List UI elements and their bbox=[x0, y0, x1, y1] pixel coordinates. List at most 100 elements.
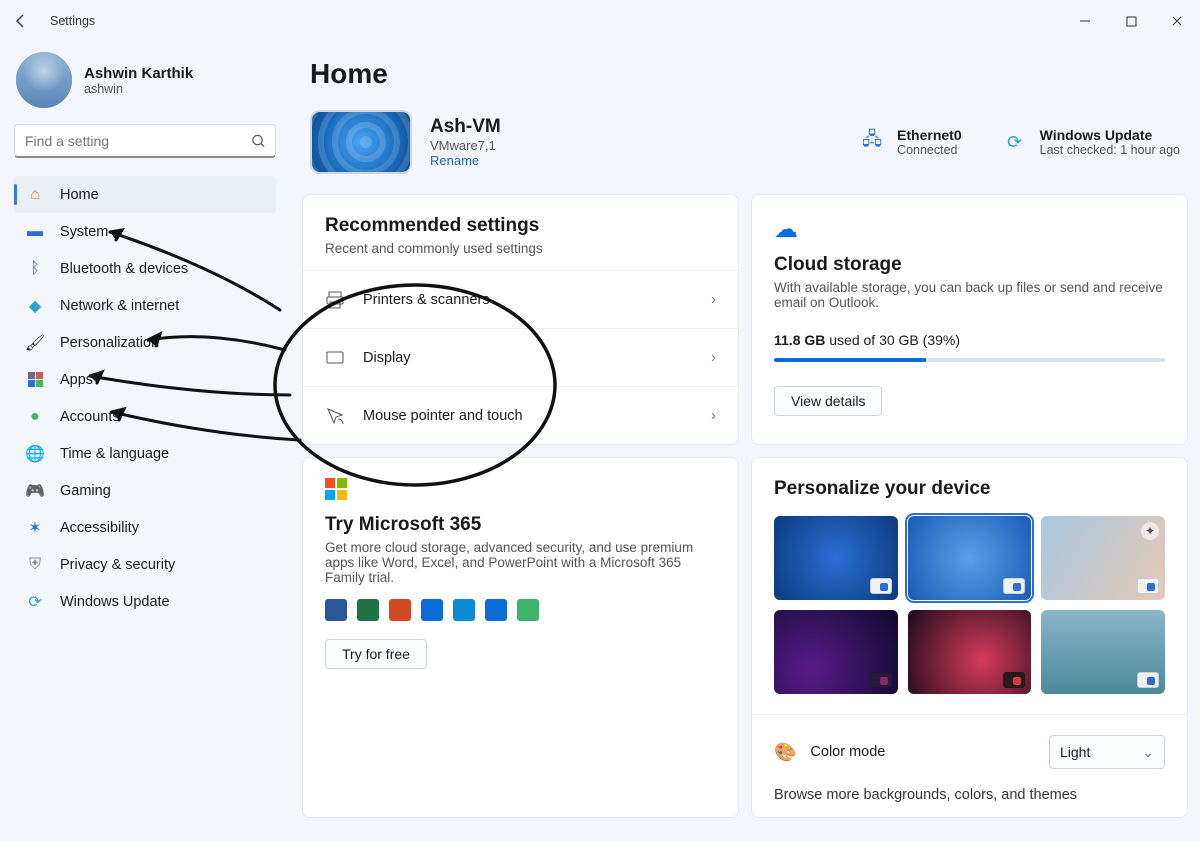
nav-list: ⌂ Home ▬ System ᛒBluetooth & devices ◆Netw… bbox=[14, 176, 276, 620]
nav-label: Apps bbox=[60, 372, 93, 388]
profile-block[interactable]: Ashwin Karthik ashwin bbox=[14, 52, 276, 124]
color-mode-value: Light bbox=[1060, 744, 1090, 760]
personalize-title: Personalize your device bbox=[774, 478, 1165, 500]
device-thumbnail[interactable] bbox=[310, 110, 412, 174]
theme-option-6[interactable] bbox=[1041, 610, 1165, 694]
m365-subtitle: Get more cloud storage, advanced securit… bbox=[325, 540, 716, 585]
nav-label: Personalization bbox=[60, 335, 159, 351]
theme-option-5[interactable] bbox=[908, 610, 1032, 694]
theme-option-2[interactable] bbox=[908, 516, 1032, 600]
search-input[interactable] bbox=[14, 124, 276, 158]
apps-icon bbox=[26, 371, 44, 389]
excel-icon bbox=[357, 599, 379, 621]
cloud-subtitle: With available storage, you can back up … bbox=[774, 280, 1165, 310]
onedrive-icon bbox=[453, 599, 475, 621]
close-icon bbox=[1171, 15, 1183, 27]
sidebar-item-network[interactable]: ◆Network & internet bbox=[14, 287, 276, 324]
nav-label: Accounts bbox=[60, 409, 120, 425]
maximize-icon bbox=[1126, 16, 1137, 27]
rename-link[interactable]: Rename bbox=[430, 153, 501, 168]
microsoft-logo-icon bbox=[325, 478, 347, 500]
home-icon: ⌂ bbox=[26, 186, 44, 204]
storage-bar bbox=[774, 358, 1165, 362]
sidebar-item-update[interactable]: ⟳Windows Update bbox=[14, 583, 276, 620]
profile-name: Ashwin Karthik bbox=[84, 65, 193, 82]
sidebar-item-apps[interactable]: Apps bbox=[14, 361, 276, 398]
sidebar-item-gaming[interactable]: 🎮Gaming bbox=[14, 472, 276, 509]
ethernet-icon: 🖧 bbox=[859, 129, 885, 155]
update-status-icon: ⟳ bbox=[1002, 129, 1028, 155]
device-header: Ash-VM VMware7,1 Rename 🖧 Ethernet0 Conn… bbox=[302, 110, 1188, 194]
nav-label: Bluetooth & devices bbox=[60, 261, 188, 277]
view-details-button[interactable]: View details bbox=[774, 386, 882, 416]
sidebar: Ashwin Karthik ashwin ⌂ Home ▬ System ᛒBlu… bbox=[0, 42, 290, 841]
sidebar-item-accounts[interactable]: ● Accounts bbox=[14, 398, 276, 435]
device-name: Ash-VM bbox=[430, 116, 501, 138]
sidebar-item-accessibility[interactable]: ✶ Accessibility bbox=[14, 509, 276, 546]
palette-icon: 🎨 bbox=[774, 742, 796, 763]
chevron-right-icon: › bbox=[711, 408, 716, 424]
recommended-label: Mouse pointer and touch bbox=[363, 408, 523, 424]
theme-spotlight-icon: ✦ bbox=[1141, 522, 1159, 540]
color-mode-label: Color mode bbox=[810, 744, 885, 760]
m365-card: Try Microsoft 365 Get more cloud storage… bbox=[302, 457, 739, 818]
globe-icon: 🌐 bbox=[26, 445, 44, 463]
nav-label: Privacy & security bbox=[60, 557, 175, 573]
nav-label: Home bbox=[60, 187, 99, 203]
shield-icon: ⛨ bbox=[26, 556, 44, 574]
theme-grid: ✦ bbox=[774, 516, 1165, 694]
cloud-title: Cloud storage bbox=[774, 254, 1165, 276]
back-button[interactable] bbox=[10, 10, 32, 32]
app-icon-row bbox=[325, 599, 716, 621]
minimize-button[interactable] bbox=[1062, 6, 1108, 36]
brush-icon: 🖌 bbox=[26, 334, 44, 352]
outlook-icon bbox=[485, 599, 507, 621]
nav-label: System bbox=[60, 224, 108, 240]
sidebar-item-personalization[interactable]: 🖌 Personalization bbox=[14, 324, 276, 361]
system-icon: ▬ bbox=[26, 223, 44, 241]
cloud-icon: ☁ bbox=[774, 215, 1165, 244]
sidebar-item-home[interactable]: ⌂ Home bbox=[14, 176, 276, 213]
recommended-subtitle: Recent and commonly used settings bbox=[325, 241, 716, 256]
sidebar-item-bluetooth[interactable]: ᛒBluetooth & devices bbox=[14, 250, 276, 287]
try-free-button[interactable]: Try for free bbox=[325, 639, 427, 669]
network-status[interactable]: 🖧 Ethernet0 Connected bbox=[859, 127, 962, 157]
recommended-item-display[interactable]: Display › bbox=[303, 328, 738, 386]
nav-label: Accessibility bbox=[60, 520, 139, 536]
recommended-title: Recommended settings bbox=[325, 215, 716, 237]
theme-option-4[interactable] bbox=[774, 610, 898, 694]
mouse-icon bbox=[325, 406, 345, 426]
update-status[interactable]: ⟳ Windows Update Last checked: 1 hour ag… bbox=[1002, 127, 1180, 157]
browse-more-link[interactable]: Browse more backgrounds, colors, and the… bbox=[774, 769, 1165, 803]
storage-text: 11.8 GB used of 30 GB (39%) bbox=[774, 332, 1165, 348]
recommended-item-printers[interactable]: Printers & scanners › bbox=[303, 270, 738, 328]
sidebar-item-system[interactable]: ▬ System bbox=[14, 213, 276, 250]
arrow-left-icon bbox=[13, 13, 29, 29]
storage-bar-fill bbox=[774, 358, 926, 362]
accessibility-icon: ✶ bbox=[26, 519, 44, 537]
theme-option-1[interactable] bbox=[774, 516, 898, 600]
titlebar: Settings bbox=[0, 0, 1200, 42]
personalize-card: Personalize your device ✦ 🎨 Color mode bbox=[751, 457, 1188, 818]
update-title: Windows Update bbox=[1040, 127, 1180, 143]
person-icon: ● bbox=[26, 408, 44, 426]
close-button[interactable] bbox=[1154, 6, 1200, 36]
theme-option-3[interactable]: ✦ bbox=[1041, 516, 1165, 600]
color-mode-select[interactable]: Light ⌄ bbox=[1049, 735, 1165, 769]
word-icon bbox=[325, 599, 347, 621]
recommended-item-mouse[interactable]: Mouse pointer and touch › bbox=[303, 386, 738, 444]
nav-label: Windows Update bbox=[60, 594, 170, 610]
display-icon bbox=[325, 348, 345, 368]
nav-label: Time & language bbox=[60, 446, 169, 462]
sidebar-item-time-language[interactable]: 🌐 Time & language bbox=[14, 435, 276, 472]
update-sub: Last checked: 1 hour ago bbox=[1040, 143, 1180, 157]
sidebar-item-privacy[interactable]: ⛨ Privacy & security bbox=[14, 546, 276, 583]
recommended-card: Recommended settings Recent and commonly… bbox=[302, 194, 739, 445]
recommended-label: Display bbox=[363, 350, 411, 366]
window-title: Settings bbox=[50, 14, 95, 28]
search-box[interactable] bbox=[14, 124, 276, 158]
maximize-button[interactable] bbox=[1108, 6, 1154, 36]
main-content: Home Ash-VM VMware7,1 Rename 🖧 Ethernet0… bbox=[290, 42, 1200, 841]
network-title: Ethernet0 bbox=[897, 127, 962, 143]
wifi-icon: ◆ bbox=[26, 297, 44, 315]
